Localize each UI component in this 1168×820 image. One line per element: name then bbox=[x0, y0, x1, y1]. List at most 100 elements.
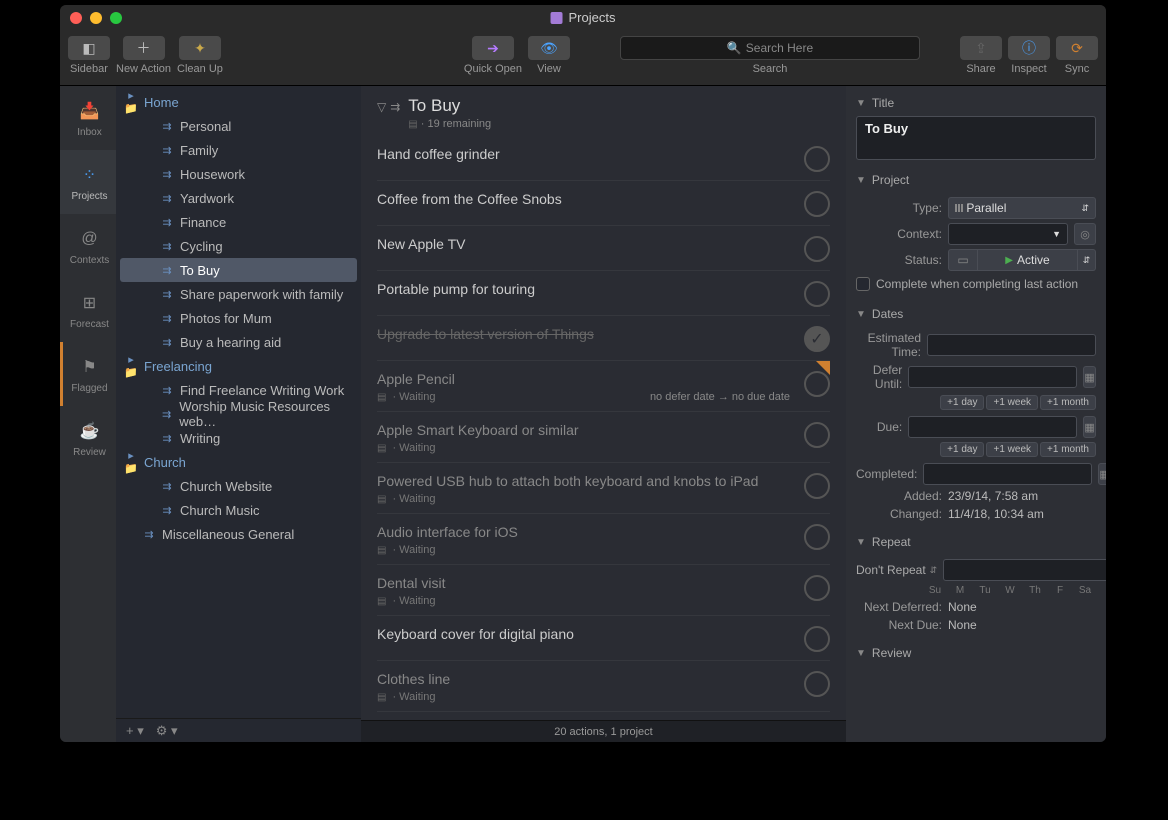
status-hold-button[interactable]: ▭ bbox=[948, 249, 978, 271]
task-row[interactable]: Upgrade to latest version of Things✓ bbox=[377, 316, 830, 361]
task-row[interactable]: Portable pump for touring bbox=[377, 271, 830, 316]
status-dropdown[interactable]: ⇵ bbox=[1078, 249, 1096, 271]
rail-review[interactable]: ☕Review bbox=[60, 406, 116, 470]
dow-cell[interactable]: Su bbox=[924, 585, 946, 596]
quick-open-button[interactable]: ➔ bbox=[472, 36, 514, 60]
task-row[interactable]: Powered USB hub to attach both keyboard … bbox=[377, 463, 830, 514]
outline-project[interactable]: ⇉Church Website bbox=[116, 474, 361, 498]
estimated-input[interactable] bbox=[927, 334, 1096, 356]
outline-project[interactable]: ⇉Family bbox=[116, 138, 361, 162]
outline-project[interactable]: ⇉Church Music bbox=[116, 498, 361, 522]
task-row[interactable]: Coffee from the Coffee Snobs bbox=[377, 181, 830, 226]
due-plus-month[interactable]: +1 month bbox=[1040, 442, 1096, 457]
task-row[interactable]: no defer date → no due dateApple Pencil▤… bbox=[377, 361, 830, 412]
outline-project[interactable]: ⇉Photos for Mum bbox=[116, 306, 361, 330]
completed-input[interactable] bbox=[923, 463, 1092, 485]
sidebar-toggle-button[interactable]: ◧ bbox=[68, 36, 110, 60]
task-checkbox[interactable] bbox=[804, 191, 830, 217]
clean-up-label: Clean Up bbox=[177, 63, 223, 75]
defer-input[interactable] bbox=[908, 366, 1077, 388]
rail-flagged[interactable]: ⚑Flagged bbox=[60, 342, 116, 406]
type-select[interactable]: Parallel⇵ bbox=[948, 197, 1096, 219]
inspector-title-input[interactable] bbox=[856, 116, 1096, 160]
rail-projects[interactable]: ⁘Projects bbox=[60, 150, 116, 214]
outline-project[interactable]: ⇉Buy a hearing aid bbox=[116, 330, 361, 354]
due-plus-week[interactable]: +1 week bbox=[986, 442, 1038, 457]
clean-up-button[interactable]: ✦ bbox=[179, 36, 221, 60]
outline-project[interactable]: ⇉Finance bbox=[116, 210, 361, 234]
inspect-button[interactable]: ⓘ bbox=[1008, 36, 1050, 60]
task-row[interactable]: Audio interface for iOS▤ · Waiting bbox=[377, 514, 830, 565]
dow-cell[interactable]: Tu bbox=[974, 585, 996, 596]
outline-project[interactable]: ⇉Share paperwork with family bbox=[116, 282, 361, 306]
task-row[interactable]: Apple Smart Keyboard or similar▤ · Waiti… bbox=[377, 412, 830, 463]
due-plus-day[interactable]: +1 day bbox=[940, 442, 984, 457]
task-row[interactable]: New Apple TV bbox=[377, 226, 830, 271]
defer-plus-day[interactable]: +1 day bbox=[940, 395, 984, 410]
inspector-project-header[interactable]: ▼Project bbox=[856, 163, 1096, 193]
status-active-button[interactable]: ▶Active bbox=[978, 249, 1078, 271]
inspector-repeat-header[interactable]: ▼Repeat bbox=[856, 525, 1096, 555]
close-window[interactable] bbox=[70, 12, 82, 24]
complete-last-checkbox[interactable] bbox=[856, 277, 870, 291]
dow-cell[interactable]: Sa bbox=[1074, 585, 1096, 596]
task-row[interactable]: Keyboard cover for digital piano bbox=[377, 616, 830, 661]
completed-calendar[interactable]: ▦ bbox=[1098, 463, 1106, 485]
view-button[interactable]: 👁 bbox=[528, 36, 570, 60]
rail-forecast[interactable]: ⊞Forecast bbox=[60, 278, 116, 342]
dow-cell[interactable]: W bbox=[999, 585, 1021, 596]
task-row[interactable]: Clothes line▤ · Waiting bbox=[377, 661, 830, 712]
outline-project[interactable]: ⇉Personal bbox=[116, 114, 361, 138]
outline-project[interactable]: ⇉Writing bbox=[116, 426, 361, 450]
share-button[interactable]: ⇪ bbox=[960, 36, 1002, 60]
task-checkbox[interactable]: ✓ bbox=[804, 326, 830, 352]
outline-folder[interactable]: ▸📁Freelancing bbox=[116, 354, 361, 378]
rail-inbox[interactable]: 📥Inbox bbox=[60, 86, 116, 150]
minimize-window[interactable] bbox=[90, 12, 102, 24]
rail-contexts[interactable]: @Contexts bbox=[60, 214, 116, 278]
task-checkbox[interactable] bbox=[804, 473, 830, 499]
repeat-input[interactable] bbox=[943, 559, 1106, 581]
due-input[interactable] bbox=[908, 416, 1077, 438]
task-checkbox[interactable] bbox=[804, 281, 830, 307]
task-checkbox[interactable] bbox=[804, 671, 830, 697]
dow-cell[interactable]: Th bbox=[1024, 585, 1046, 596]
new-action-button[interactable]: ＋ bbox=[123, 36, 165, 60]
outline-project[interactable]: ⇉Housework bbox=[116, 162, 361, 186]
defer-calendar[interactable]: ▦ bbox=[1083, 366, 1096, 388]
outline-project[interactable]: ⇉Worship Music Resources web… bbox=[116, 402, 361, 426]
chevron-updown-icon[interactable]: ⇵ bbox=[930, 565, 938, 576]
play-icon: ▶ bbox=[1005, 255, 1013, 266]
dow-cell[interactable]: M bbox=[949, 585, 971, 596]
outline-project[interactable]: ⇉Cycling bbox=[116, 234, 361, 258]
gear-menu[interactable]: ⚙ ▾ bbox=[156, 723, 178, 739]
share-icon: ⇪ bbox=[975, 40, 987, 57]
zoom-window[interactable] bbox=[110, 12, 122, 24]
dow-cell[interactable]: F bbox=[1049, 585, 1071, 596]
task-checkbox[interactable] bbox=[804, 524, 830, 550]
inspector-title-header[interactable]: ▼Title bbox=[856, 86, 1096, 116]
task-checkbox[interactable] bbox=[804, 236, 830, 262]
task-row[interactable]: Dental visit▤ · Waiting bbox=[377, 565, 830, 616]
inspector-review-header[interactable]: ▼Review bbox=[856, 636, 1096, 666]
task-checkbox[interactable] bbox=[804, 146, 830, 172]
task-row[interactable]: Hand coffee grinder bbox=[377, 136, 830, 181]
defer-plus-month[interactable]: +1 month bbox=[1040, 395, 1096, 410]
defer-plus-week[interactable]: +1 week bbox=[986, 395, 1038, 410]
task-checkbox[interactable] bbox=[804, 575, 830, 601]
outline-project[interactable]: ⇉Miscellaneous General bbox=[116, 522, 361, 546]
outline-folder[interactable]: ▸📁Church bbox=[116, 450, 361, 474]
outline-project[interactable]: ⇉To Buy bbox=[120, 258, 357, 282]
add-menu[interactable]: + ▾ bbox=[126, 723, 144, 739]
context-picker[interactable]: ◎ bbox=[1074, 223, 1096, 245]
task-checkbox[interactable] bbox=[804, 422, 830, 448]
search-input[interactable]: 🔍 Search Here bbox=[620, 36, 920, 60]
task-checkbox[interactable] bbox=[804, 626, 830, 652]
sync-button[interactable]: ⟳ bbox=[1056, 36, 1098, 60]
outline-folder[interactable]: ▸📁Home bbox=[116, 90, 361, 114]
due-calendar[interactable]: ▦ bbox=[1083, 416, 1096, 438]
context-select[interactable]: ▼ bbox=[948, 223, 1068, 245]
outline-project[interactable]: ⇉Yardwork bbox=[116, 186, 361, 210]
inspector-dates-header[interactable]: ▼Dates bbox=[856, 297, 1096, 327]
collapse-icon[interactable]: ▽ bbox=[377, 100, 386, 114]
